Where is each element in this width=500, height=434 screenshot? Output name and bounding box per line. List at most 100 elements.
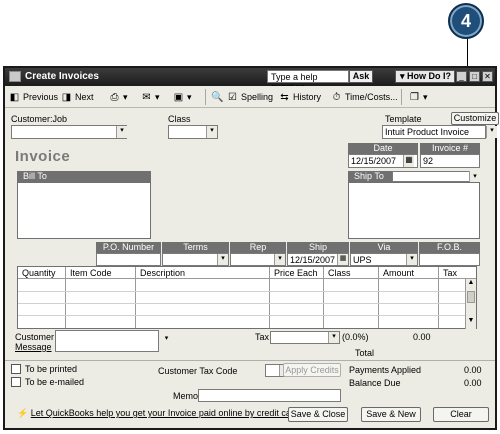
- memo-label: Memo: [173, 391, 199, 401]
- section-divider: [5, 360, 495, 361]
- customer-message-field[interactable]: [55, 330, 159, 352]
- customer-tax-code-label: Customer Tax Code: [158, 366, 238, 376]
- toolbar: ◧ Previous ◨ Next ⎙ ▾ ✉ ▾ ▣ ▾ 🔍 ☑ Spelli…: [5, 86, 495, 108]
- calendar-icon[interactable]: ▦: [403, 155, 414, 167]
- scroll-down-icon[interactable]: ▼: [466, 317, 476, 327]
- ship-button[interactable]: ▣ ▾: [173, 90, 192, 104]
- ship-calendar-icon[interactable]: ▦: [337, 254, 348, 265]
- po-number-header: P.O. Number: [96, 242, 161, 253]
- spelling-button[interactable]: ☑ Spelling: [227, 90, 273, 104]
- previous-button[interactable]: ◧ Previous: [9, 90, 58, 104]
- items-scrollbar[interactable]: ▲ ▼: [465, 279, 476, 329]
- balance-due-label: Balance Due: [349, 378, 401, 388]
- spelling-label: Spelling: [241, 92, 274, 102]
- tax-label: Tax: [255, 332, 270, 342]
- template-dropdown-icon[interactable]: ▾: [486, 126, 497, 138]
- table-column: [324, 267, 379, 328]
- ship-header: Ship: [287, 242, 349, 253]
- more-button[interactable]: ❐ ▾: [409, 90, 428, 104]
- apply-credits-button[interactable]: Apply Credits: [283, 363, 341, 377]
- minimize-button[interactable]: _: [456, 71, 467, 82]
- rep-dropdown-icon[interactable]: ▾: [274, 254, 285, 265]
- bill-to-field[interactable]: [17, 182, 151, 239]
- customer-message-label-2: Message: [15, 342, 52, 352]
- spelling-icon: ☑: [228, 91, 237, 103]
- customer-job-field[interactable]: [11, 125, 127, 139]
- table-column: [379, 267, 439, 328]
- tax-dropdown-icon[interactable]: ▾: [328, 332, 339, 343]
- invoice-title: Invoice: [15, 148, 71, 165]
- more-dropdown-icon: ▾: [423, 91, 428, 102]
- time-costs-button[interactable]: ⏱ Time/Costs...: [331, 90, 398, 104]
- to-be-printed-checkbox[interactable]: [11, 364, 21, 374]
- to-be-emailed-label: To be e-mailed: [25, 377, 85, 387]
- printer-icon: ⎙: [110, 91, 119, 103]
- total-label: Total: [355, 348, 375, 358]
- scroll-up-icon[interactable]: ▲: [466, 279, 476, 289]
- ask-button[interactable]: Ask: [349, 70, 373, 83]
- terms-header: Terms: [162, 242, 229, 253]
- how-do-i-label: How Do I?: [407, 71, 452, 81]
- toolbar-separator: [401, 89, 402, 105]
- ship-to-dropdown-icon[interactable]: ▾: [469, 171, 480, 182]
- next-icon: ◨: [61, 91, 72, 103]
- invoice-number-field[interactable]: 92: [420, 154, 480, 168]
- table-column: [270, 267, 324, 328]
- ship-to-field[interactable]: [348, 182, 480, 239]
- table-column: [66, 267, 136, 328]
- next-label: Next: [75, 92, 94, 102]
- print-button[interactable]: ⎙ ▾: [109, 90, 128, 104]
- customer-job-label: Customer:Job: [11, 114, 68, 124]
- customer-message-label-1: Customer: [15, 332, 55, 342]
- copy-icon: ❐: [410, 91, 419, 103]
- balance-due-value: 0.00: [464, 378, 482, 388]
- ship-dropdown-icon: ▾: [187, 91, 192, 102]
- tax-percent: (0.0%): [342, 332, 369, 342]
- template-select[interactable]: Intuit Product Invoice: [382, 125, 486, 139]
- ship-icon: ▣: [173, 91, 184, 103]
- maximize-button[interactable]: □: [469, 71, 480, 82]
- class-label: Class: [168, 114, 191, 124]
- promo-link-text: Let QuickBooks help you get your Invoice…: [30, 408, 302, 418]
- save-new-button[interactable]: Save & New: [361, 407, 421, 422]
- customer-job-dropdown-icon[interactable]: ▾: [116, 126, 127, 138]
- date-header: Date: [348, 143, 418, 154]
- history-label: History: [293, 92, 322, 102]
- fob-field[interactable]: [419, 253, 480, 266]
- help-question-input[interactable]: Type a help question: [267, 70, 349, 92]
- memo-field[interactable]: [198, 389, 341, 402]
- via-header: Via: [350, 242, 418, 253]
- time-costs-label: Time/Costs...: [345, 92, 398, 102]
- po-number-field[interactable]: [96, 253, 161, 266]
- ship-to-select[interactable]: [392, 171, 480, 182]
- next-button[interactable]: ◨ Next: [61, 90, 94, 104]
- terms-dropdown-icon[interactable]: ▾: [217, 254, 228, 265]
- title-bar: Create Invoices Type a help question Ask…: [5, 68, 495, 92]
- email-button[interactable]: ✉ ▾: [141, 90, 159, 104]
- how-do-i-button[interactable]: ▾ How Do I?: [395, 70, 455, 83]
- customer-message-dropdown-icon[interactable]: ▾: [161, 334, 172, 346]
- table-column: [136, 267, 270, 328]
- class-dropdown-icon[interactable]: ▾: [206, 126, 217, 138]
- rep-header: Rep: [230, 242, 286, 253]
- scroll-thumb[interactable]: [467, 291, 475, 303]
- template-label: Template: [385, 114, 422, 124]
- history-button[interactable]: ⇆ History: [279, 90, 321, 104]
- payments-applied-label: Payments Applied: [349, 365, 422, 375]
- ship-to-label: Ship To: [354, 171, 384, 181]
- save-close-button[interactable]: Save & Close: [288, 407, 348, 422]
- table-row: [18, 291, 476, 292]
- to-be-printed-label: To be printed: [25, 364, 78, 374]
- create-invoices-window: Create Invoices Type a help question Ask…: [3, 66, 499, 430]
- previous-label: Previous: [23, 92, 59, 102]
- promo-link[interactable]: ⚡ Let QuickBooks help you get your Invoi…: [17, 408, 301, 419]
- close-button[interactable]: ✕: [482, 71, 493, 82]
- bill-to-header: Bill To: [17, 171, 151, 182]
- callout-badge: 4: [448, 3, 484, 39]
- items-table[interactable]: Quantity Item Code Description Price Eac…: [17, 266, 477, 329]
- to-be-emailed-checkbox[interactable]: [11, 377, 21, 387]
- find-button[interactable]: 🔍: [211, 90, 223, 104]
- customize-button[interactable]: Customize: [451, 112, 499, 125]
- via-dropdown-icon[interactable]: ▾: [406, 254, 417, 265]
- clear-button[interactable]: Clear: [433, 407, 489, 422]
